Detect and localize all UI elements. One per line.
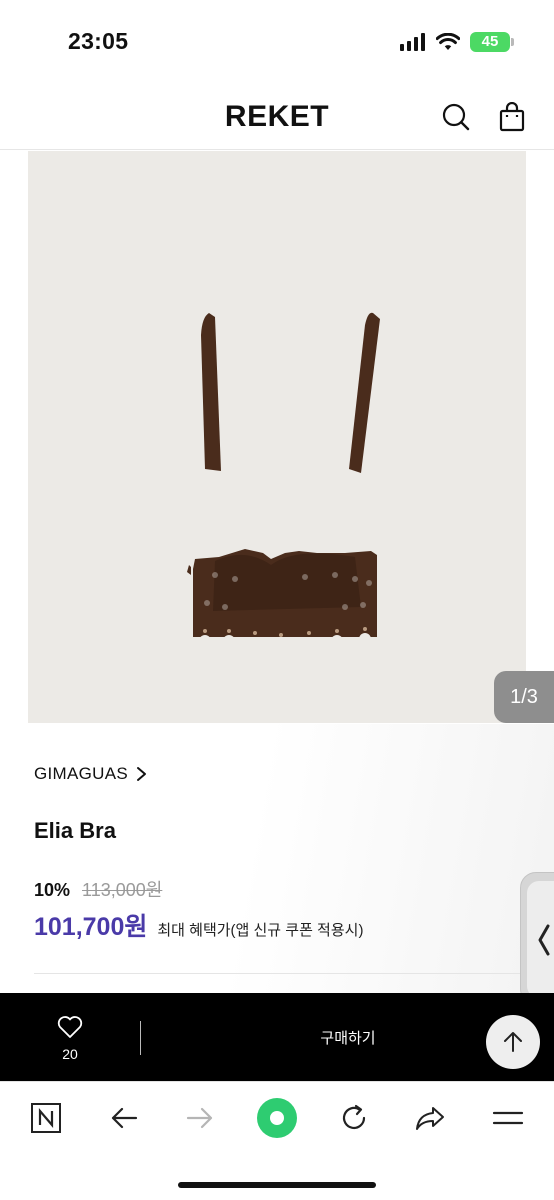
original-price: 113,000원 (82, 880, 163, 900)
bar-divider (140, 1021, 141, 1055)
divider (34, 973, 520, 974)
scroll-top-button[interactable] (486, 1015, 540, 1069)
arrow-up-icon (504, 1032, 522, 1052)
menu-button[interactable] (490, 1100, 526, 1136)
final-price-row: 101,700원 최대 혜택가(앱 신규 쿠폰 적용시) (34, 907, 363, 943)
buy-button[interactable]: 구매하기 (160, 993, 536, 1081)
chevron-right-icon (137, 767, 147, 781)
app-header: REKET (0, 84, 554, 150)
wifi-icon (436, 33, 460, 50)
product-image-gallery[interactable] (28, 151, 526, 723)
wishlist-button[interactable]: 20 (50, 1015, 90, 1062)
back-button[interactable] (106, 1100, 142, 1136)
purchase-bar: 20 구매하기 (0, 993, 554, 1081)
green-home-button[interactable] (254, 1095, 300, 1141)
search-button[interactable] (441, 102, 471, 132)
menu-icon (492, 1111, 524, 1125)
gallery-edge (526, 151, 554, 723)
price-row: 10% 113,000원 (34, 876, 162, 902)
naver-home-button[interactable] (28, 1100, 64, 1136)
green-dot-icon (257, 1098, 297, 1138)
forward-arrow-icon (186, 1107, 213, 1129)
brand-link[interactable]: GIMAGUAS (34, 764, 148, 784)
side-tab-inner (527, 881, 554, 998)
product-image (187, 312, 380, 647)
back-arrow-icon (111, 1107, 138, 1129)
reload-icon (342, 1104, 366, 1130)
like-count: 20 (62, 1046, 78, 1062)
side-panel-tab[interactable] (520, 872, 554, 1005)
share-icon (416, 1107, 444, 1130)
forward-button[interactable] (182, 1100, 218, 1136)
reload-button[interactable] (336, 1100, 372, 1136)
cart-button[interactable] (497, 101, 527, 132)
benefit-note: 최대 혜택가(앱 신규 쿠폰 적용시) (157, 922, 364, 939)
cellular-signal-icon (400, 33, 425, 51)
chevron-left-icon (538, 924, 550, 955)
shopping-bag-icon (499, 101, 525, 132)
heart-icon (57, 1016, 83, 1038)
status-time: 23:05 (68, 28, 129, 54)
final-price: 101,700원 (34, 913, 148, 941)
status-icons: 45 (400, 30, 514, 54)
product-info: GIMAGUAS Elia Bra 10% 113,000원 101,700원 … (0, 724, 554, 994)
home-indicator[interactable] (178, 1182, 376, 1188)
gallery-page-indicator: 1/3 (494, 671, 554, 723)
status-bar: 23:05 45 (0, 0, 554, 84)
discount-rate: 10% (34, 880, 71, 900)
brand-name: GIMAGUAS (34, 764, 129, 783)
share-button[interactable] (412, 1100, 448, 1136)
search-icon (442, 103, 470, 131)
battery-indicator: 45 (470, 32, 514, 52)
naver-n-icon (31, 1103, 61, 1133)
product-name: Elia Bra (34, 818, 116, 843)
